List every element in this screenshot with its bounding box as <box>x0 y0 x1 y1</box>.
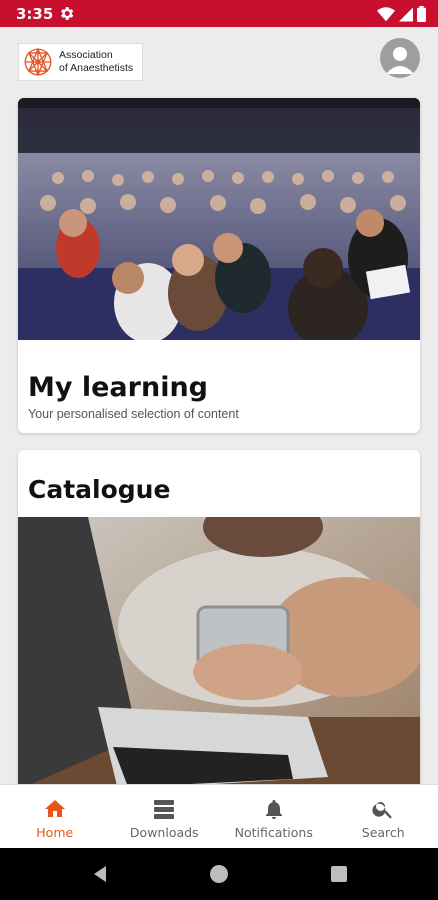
app-header: Association of Anaesthetists <box>0 27 438 93</box>
settings-gear-icon <box>61 7 74 20</box>
catalogue-title: Catalogue <box>28 475 171 504</box>
logo-line-1: Association <box>59 49 113 61</box>
my-learning-card[interactable]: My learning Your personalised selection … <box>18 98 420 433</box>
bell-icon <box>265 800 282 819</box>
search-icon <box>372 802 393 819</box>
logo-mark-icon <box>24 47 52 77</box>
catalogue-card[interactable]: Catalogue <box>18 450 420 790</box>
signal-icon <box>399 7 413 21</box>
logo-text: Association of Anaesthetists <box>59 49 133 75</box>
downloads-icon <box>154 800 175 819</box>
wifi-icon <box>377 6 395 21</box>
nav-notifications[interactable]: Notifications <box>219 785 329 849</box>
nav-home-label: Home <box>36 825 74 840</box>
battery-icon <box>417 6 426 22</box>
my-learning-subtitle: Your personalised selection of content <box>28 407 239 421</box>
nav-downloads-label: Downloads <box>129 825 199 840</box>
bottom-navigation: Home Downloads Notifications Search <box>0 784 438 849</box>
nav-notifications-label: Notifications <box>234 825 313 840</box>
android-navigation-bar <box>0 848 438 900</box>
conference-audience-image <box>18 98 420 340</box>
nav-home[interactable]: Home <box>0 785 110 849</box>
home-icon <box>44 800 65 817</box>
recent-apps-icon[interactable] <box>331 866 347 882</box>
my-learning-title: My learning <box>28 372 208 403</box>
back-icon[interactable] <box>90 864 110 884</box>
phone-laptop-image <box>18 517 420 790</box>
logo-line-2: of Anaesthetists <box>59 62 134 74</box>
nav-search[interactable]: Search <box>329 785 438 849</box>
association-logo[interactable]: Association of Anaesthetists <box>18 43 143 81</box>
nav-downloads[interactable]: Downloads <box>110 785 220 849</box>
home-circle-icon[interactable] <box>210 865 228 883</box>
status-bar: 3:35 <box>0 0 438 27</box>
profile-avatar-icon[interactable] <box>380 38 420 78</box>
status-time: 3:35 <box>16 5 54 23</box>
avatar-silhouette <box>386 47 414 74</box>
nav-search-label: Search <box>361 825 405 840</box>
